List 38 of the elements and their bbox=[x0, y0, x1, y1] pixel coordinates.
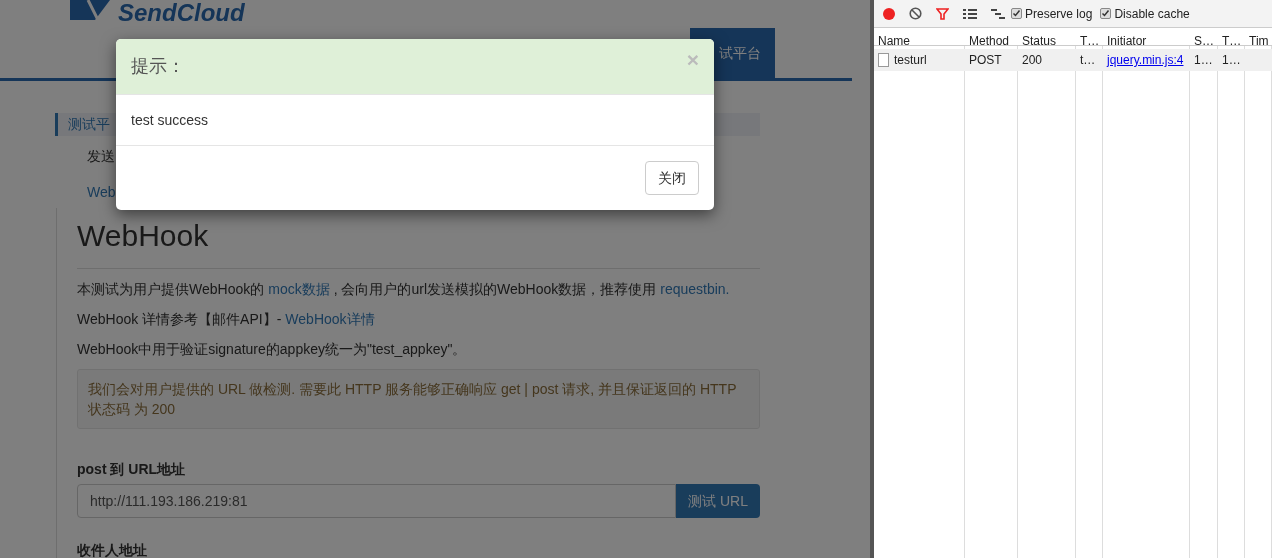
column-header[interactable]: Name bbox=[878, 34, 910, 45]
column-header[interactable]: Method bbox=[969, 34, 1010, 45]
sidebar-item[interactable]: 发送 bbox=[87, 148, 115, 164]
table-cell-text: POST bbox=[969, 52, 1002, 69]
filter-icon[interactable] bbox=[936, 7, 949, 20]
checkbox-label: Disable cache bbox=[1114, 5, 1190, 23]
table-cell-text: 1… bbox=[1222, 52, 1241, 69]
checkbox[interactable] bbox=[1100, 8, 1112, 19]
table-cell-text: 200 bbox=[1022, 52, 1043, 69]
waterfall-icon[interactable] bbox=[991, 8, 1005, 19]
url-field[interactable]: http://111.193.186.219:81 bbox=[77, 484, 676, 518]
paragraph-text: , 会向用户的url发送模拟的WebHook数据，推荐使用 bbox=[333, 280, 657, 299]
checkbox[interactable] bbox=[1011, 8, 1022, 19]
table-cell-text: testurl bbox=[894, 52, 927, 69]
modal-title: 提示： bbox=[131, 55, 185, 78]
modal-message: test success bbox=[131, 110, 209, 130]
column-header[interactable]: S… bbox=[1194, 34, 1214, 45]
column-header[interactable]: T… bbox=[1222, 34, 1242, 45]
clear-icon[interactable] bbox=[909, 7, 922, 20]
checkbox-label: Preserve log bbox=[1025, 5, 1093, 23]
field-label: post 到 URL地址 bbox=[77, 460, 187, 479]
record-icon[interactable] bbox=[883, 7, 895, 20]
column-header[interactable]: Status bbox=[1022, 34, 1057, 45]
close-dialog-button[interactable]: 关闭 bbox=[645, 161, 699, 195]
column-header[interactable]: Initiator bbox=[1107, 34, 1147, 45]
paragraph-text: WebHook 详情参考【邮件API】- bbox=[77, 310, 282, 329]
column-header[interactable]: T… bbox=[1080, 34, 1100, 45]
paragraph-text: WebHook中用于验证signature的appkey统一为"test_appkey"。 bbox=[77, 340, 467, 359]
field-label: 收件人地址 bbox=[77, 541, 148, 558]
paragraph-text: 本测试为用户提供WebHook的 bbox=[77, 280, 265, 299]
initiator-link[interactable]: jquery.min.js:4 bbox=[1107, 51, 1184, 69]
logo: SendCloud bbox=[118, 0, 245, 26]
notice-box: 我们会对用户提供的 URL 做检测. 需要此 HTTP 服务能够正确响应 get | post 请求, 并且保证返回的 HTTP 状态码 为 200 bbox=[77, 369, 760, 429]
list-icon[interactable] bbox=[963, 8, 977, 19]
table-cell-text: 1… bbox=[1194, 52, 1213, 69]
file-icon bbox=[878, 53, 889, 67]
column-header[interactable]: Tim bbox=[1249, 34, 1269, 45]
table-cell-text: t… bbox=[1080, 52, 1096, 69]
